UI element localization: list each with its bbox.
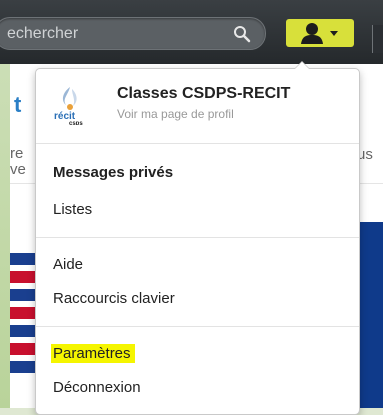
profile-name: Classes CSDPS-RECIT <box>117 85 291 102</box>
background-image-fragment <box>10 253 38 373</box>
chevron-down-icon <box>330 31 338 36</box>
menu-item-help[interactable]: Aide <box>53 256 83 273</box>
user-dropdown-menu: récit csps Classes CSDPS-RECIT Voir ma p… <box>35 61 360 415</box>
menu-divider <box>36 143 359 144</box>
search-box <box>0 17 266 50</box>
recit-logo: récit csps <box>54 87 83 125</box>
user-icon <box>301 23 323 44</box>
menu-item-lists[interactable]: Listes <box>53 201 92 218</box>
svg-text:csps: csps <box>69 121 83 125</box>
search-input[interactable] <box>5 24 219 44</box>
background-heading-fragment: t <box>14 92 22 117</box>
search-icon[interactable] <box>233 25 251 43</box>
user-menu-button[interactable] <box>286 19 354 47</box>
menu-item-messages[interactable]: Messages privés <box>53 164 173 181</box>
top-navbar <box>0 0 383 64</box>
dropdown-arrow <box>294 61 310 69</box>
menu-divider <box>36 326 359 327</box>
settings-highlight: Paramètres <box>51 344 135 363</box>
background-text-fragment: re ve <box>10 145 26 178</box>
menu-item-shortcuts[interactable]: Raccourcis clavier <box>53 290 175 307</box>
menu-item-settings[interactable]: Paramètres <box>51 344 135 363</box>
menu-item-logout[interactable]: Déconnexion <box>53 379 141 396</box>
background-image-fragment-right <box>357 222 383 408</box>
menu-divider <box>36 237 359 238</box>
profile-subtitle[interactable]: Voir ma page de profil <box>117 107 234 121</box>
navbar-right-edge <box>372 25 383 53</box>
profile-link[interactable]: récit csps Classes CSDPS-RECIT Voir ma p… <box>36 69 359 139</box>
